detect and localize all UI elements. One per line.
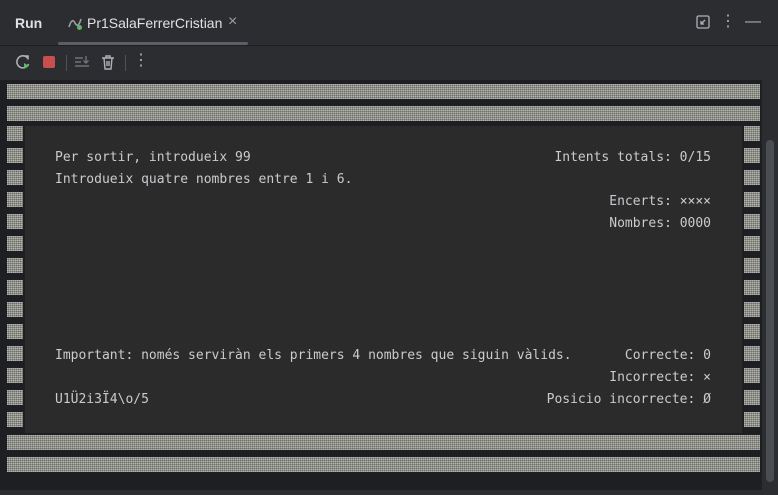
console-scrollbar-thumb[interactable] <box>766 140 774 482</box>
numbers-display: Nombres: 0000 <box>609 216 711 231</box>
exit-hint-text: Per sortir, introdueix 99 <box>55 150 251 165</box>
close-icon[interactable]: × <box>228 13 237 31</box>
rerun-icon[interactable] <box>14 53 32 71</box>
more-options-icon[interactable]: ⋮ <box>720 14 736 30</box>
wrong-position-counter: Posicio incorrecte: Ø <box>546 392 711 407</box>
more-actions-icon[interactable]: ⋮ <box>132 52 150 70</box>
incorrect-counter: Incorrecte: × <box>609 370 711 385</box>
restore-layout-icon[interactable] <box>695 14 711 30</box>
tab-label: Pr1SalaFerrerCristian <box>87 15 223 31</box>
frame-top-border <box>7 84 760 99</box>
run-config-icon <box>68 18 82 30</box>
user-input-echo: U1Ü2i3Ï4\o/5 <box>55 392 149 407</box>
attempts-counter: Intents totals: 0/15 <box>554 150 711 165</box>
correct-counter: Correcte: 0 <box>624 348 711 363</box>
important-notice: Important: només serviràn els primers 4 … <box>55 348 572 363</box>
minimize-icon[interactable]: — <box>745 14 761 30</box>
instruction-text: Introdueix quatre nombres entre 1 i 6. <box>55 172 353 187</box>
tool-window-header: Run Pr1SalaFerrerCristian × ⋮ — <box>0 0 778 46</box>
frame-top-border <box>7 106 760 121</box>
toolbar-separator <box>125 55 126 71</box>
frame-right-border <box>744 126 760 433</box>
run-toolbar: ⋮ <box>0 46 778 79</box>
frame-left-border <box>7 126 23 433</box>
stop-icon[interactable] <box>40 53 58 71</box>
frame-bottom-border <box>7 435 760 450</box>
hits-indicator: Encerts: ×××× <box>609 194 711 209</box>
tab-run-configuration[interactable]: Pr1SalaFerrerCristian × <box>58 8 248 45</box>
run-tool-window-title: Run <box>15 15 43 31</box>
toolbar-separator <box>66 55 67 71</box>
active-tab-indicator <box>58 42 248 45</box>
scroll-to-end-icon[interactable] <box>73 53 91 71</box>
clear-all-icon[interactable] <box>99 53 117 71</box>
frame-bottom-border <box>7 457 760 472</box>
